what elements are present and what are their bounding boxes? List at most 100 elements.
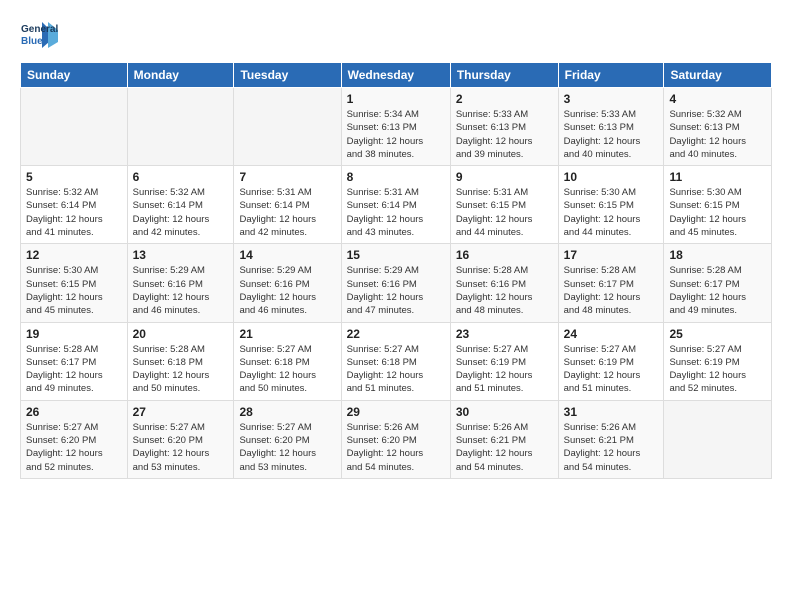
day-number: 29	[347, 405, 445, 419]
day-info: Sunrise: 5:31 AMSunset: 6:14 PMDaylight:…	[347, 186, 445, 239]
day-number: 10	[564, 170, 659, 184]
header: General Blue	[20, 16, 772, 54]
day-info: Sunrise: 5:33 AMSunset: 6:13 PMDaylight:…	[564, 108, 659, 161]
calendar-week-row: 19Sunrise: 5:28 AMSunset: 6:17 PMDayligh…	[21, 322, 772, 400]
calendar-cell: 14 Sunrise: 5:29 AMSunset: 6:16 PMDayligh…	[234, 244, 341, 322]
calendar-cell: 23 Sunrise: 5:27 AMSunset: 6:19 PMDayligh…	[450, 322, 558, 400]
day-info: Sunrise: 5:30 AMSunset: 6:15 PMDaylight:…	[26, 264, 122, 317]
day-info: Sunrise: 5:28 AMSunset: 6:17 PMDaylight:…	[669, 264, 766, 317]
day-info: Sunrise: 5:27 AMSunset: 6:19 PMDaylight:…	[456, 343, 553, 396]
page: General Blue SundayMondayTuesdayWednesda…	[0, 0, 792, 612]
day-info: Sunrise: 5:27 AMSunset: 6:18 PMDaylight:…	[239, 343, 335, 396]
day-info: Sunrise: 5:26 AMSunset: 6:20 PMDaylight:…	[347, 421, 445, 474]
day-number: 14	[239, 248, 335, 262]
calendar-cell: 24 Sunrise: 5:27 AMSunset: 6:19 PMDayligh…	[558, 322, 664, 400]
day-number: 23	[456, 327, 553, 341]
calendar-cell: 29 Sunrise: 5:26 AMSunset: 6:20 PMDayligh…	[341, 400, 450, 478]
calendar-cell: 21 Sunrise: 5:27 AMSunset: 6:18 PMDayligh…	[234, 322, 341, 400]
calendar-week-row: 5Sunrise: 5:32 AMSunset: 6:14 PMDaylight…	[21, 166, 772, 244]
day-number: 21	[239, 327, 335, 341]
day-number: 1	[347, 92, 445, 106]
day-info: Sunrise: 5:27 AMSunset: 6:20 PMDaylight:…	[133, 421, 229, 474]
calendar-cell: 4Sunrise: 5:32 AMSunset: 6:13 PMDaylight…	[664, 88, 772, 166]
logo-icon: General Blue	[20, 16, 58, 54]
calendar-cell: 17 Sunrise: 5:28 AMSunset: 6:17 PMDayligh…	[558, 244, 664, 322]
calendar-cell: 13 Sunrise: 5:29 AMSunset: 6:16 PMDayligh…	[127, 244, 234, 322]
weekday-header: Monday	[127, 63, 234, 88]
day-number: 13	[133, 248, 229, 262]
day-info: Sunrise: 5:29 AMSunset: 6:16 PMDaylight:…	[239, 264, 335, 317]
day-number: 9	[456, 170, 553, 184]
calendar-cell: 16 Sunrise: 5:28 AMSunset: 6:16 PMDayligh…	[450, 244, 558, 322]
day-number: 24	[564, 327, 659, 341]
day-info: Sunrise: 5:28 AMSunset: 6:16 PMDaylight:…	[456, 264, 553, 317]
day-number: 25	[669, 327, 766, 341]
day-info: Sunrise: 5:30 AMSunset: 6:15 PMDaylight:…	[669, 186, 766, 239]
weekday-header: Thursday	[450, 63, 558, 88]
logo: General Blue	[20, 16, 58, 54]
day-info: Sunrise: 5:28 AMSunset: 6:18 PMDaylight:…	[133, 343, 229, 396]
calendar: SundayMondayTuesdayWednesdayThursdayFrid…	[20, 62, 772, 479]
calendar-cell	[664, 400, 772, 478]
day-info: Sunrise: 5:27 AMSunset: 6:19 PMDaylight:…	[564, 343, 659, 396]
day-info: Sunrise: 5:29 AMSunset: 6:16 PMDaylight:…	[133, 264, 229, 317]
calendar-cell: 7Sunrise: 5:31 AMSunset: 6:14 PMDaylight…	[234, 166, 341, 244]
calendar-cell: 26 Sunrise: 5:27 AMSunset: 6:20 PMDayligh…	[21, 400, 128, 478]
calendar-cell: 31Sunrise: 5:26 AMSunset: 6:21 PMDayligh…	[558, 400, 664, 478]
day-number: 16	[456, 248, 553, 262]
day-number: 15	[347, 248, 445, 262]
weekday-header: Sunday	[21, 63, 128, 88]
weekday-header: Friday	[558, 63, 664, 88]
calendar-cell	[127, 88, 234, 166]
day-number: 28	[239, 405, 335, 419]
calendar-cell: 2 Sunrise: 5:33 AMSunset: 6:13 PMDaylight…	[450, 88, 558, 166]
day-number: 20	[133, 327, 229, 341]
calendar-cell: 19Sunrise: 5:28 AMSunset: 6:17 PMDayligh…	[21, 322, 128, 400]
calendar-cell: 3 Sunrise: 5:33 AMSunset: 6:13 PMDaylight…	[558, 88, 664, 166]
calendar-cell: 10 Sunrise: 5:30 AMSunset: 6:15 PMDayligh…	[558, 166, 664, 244]
day-info: Sunrise: 5:27 AMSunset: 6:20 PMDaylight:…	[239, 421, 335, 474]
day-number: 27	[133, 405, 229, 419]
day-number: 12	[26, 248, 122, 262]
day-number: 30	[456, 405, 553, 419]
calendar-cell: 20 Sunrise: 5:28 AMSunset: 6:18 PMDayligh…	[127, 322, 234, 400]
calendar-cell: 22Sunrise: 5:27 AMSunset: 6:18 PMDayligh…	[341, 322, 450, 400]
svg-text:Blue: Blue	[21, 36, 43, 47]
day-number: 3	[564, 92, 659, 106]
day-info: Sunrise: 5:32 AMSunset: 6:14 PMDaylight:…	[26, 186, 122, 239]
calendar-week-row: 12 Sunrise: 5:30 AMSunset: 6:15 PMDayligh…	[21, 244, 772, 322]
calendar-cell: 25 Sunrise: 5:27 AMSunset: 6:19 PMDayligh…	[664, 322, 772, 400]
calendar-cell	[234, 88, 341, 166]
weekday-header-row: SundayMondayTuesdayWednesdayThursdayFrid…	[21, 63, 772, 88]
day-info: Sunrise: 5:27 AMSunset: 6:19 PMDaylight:…	[669, 343, 766, 396]
calendar-cell: 9Sunrise: 5:31 AMSunset: 6:15 PMDaylight…	[450, 166, 558, 244]
calendar-cell: 5Sunrise: 5:32 AMSunset: 6:14 PMDaylight…	[21, 166, 128, 244]
day-number: 6	[133, 170, 229, 184]
calendar-cell: 1Sunrise: 5:34 AMSunset: 6:13 PMDaylight…	[341, 88, 450, 166]
calendar-cell: 30 Sunrise: 5:26 AMSunset: 6:21 PMDayligh…	[450, 400, 558, 478]
day-number: 22	[347, 327, 445, 341]
day-info: Sunrise: 5:28 AMSunset: 6:17 PMDaylight:…	[564, 264, 659, 317]
day-info: Sunrise: 5:29 AMSunset: 6:16 PMDaylight:…	[347, 264, 445, 317]
day-number: 31	[564, 405, 659, 419]
day-info: Sunrise: 5:33 AMSunset: 6:13 PMDaylight:…	[456, 108, 553, 161]
calendar-cell: 6Sunrise: 5:32 AMSunset: 6:14 PMDaylight…	[127, 166, 234, 244]
day-number: 11	[669, 170, 766, 184]
day-number: 18	[669, 248, 766, 262]
calendar-cell	[21, 88, 128, 166]
day-info: Sunrise: 5:31 AMSunset: 6:14 PMDaylight:…	[239, 186, 335, 239]
day-number: 17	[564, 248, 659, 262]
calendar-cell: 12 Sunrise: 5:30 AMSunset: 6:15 PMDayligh…	[21, 244, 128, 322]
day-info: Sunrise: 5:30 AMSunset: 6:15 PMDaylight:…	[564, 186, 659, 239]
weekday-header: Wednesday	[341, 63, 450, 88]
calendar-cell: 8 Sunrise: 5:31 AMSunset: 6:14 PMDaylight…	[341, 166, 450, 244]
day-number: 2	[456, 92, 553, 106]
calendar-cell: 15 Sunrise: 5:29 AMSunset: 6:16 PMDayligh…	[341, 244, 450, 322]
calendar-cell: 18 Sunrise: 5:28 AMSunset: 6:17 PMDayligh…	[664, 244, 772, 322]
weekday-header: Saturday	[664, 63, 772, 88]
day-number: 4	[669, 92, 766, 106]
day-info: Sunrise: 5:26 AMSunset: 6:21 PMDaylight:…	[456, 421, 553, 474]
day-number: 8	[347, 170, 445, 184]
day-number: 26	[26, 405, 122, 419]
day-info: Sunrise: 5:27 AMSunset: 6:20 PMDaylight:…	[26, 421, 122, 474]
